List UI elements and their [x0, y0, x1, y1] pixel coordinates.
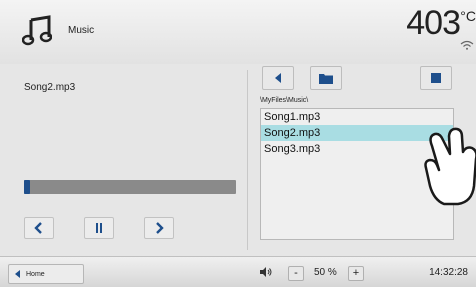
footer-bar: Home - 50 % + 14:32:28 [0, 256, 476, 287]
folder-icon [319, 73, 333, 84]
volume-down-button[interactable]: - [288, 266, 304, 281]
temperature-unit: °C [460, 8, 476, 24]
pause-button[interactable] [84, 217, 114, 239]
hand-pointer-icon [424, 127, 476, 206]
panel-divider [247, 70, 248, 250]
options-icon [431, 73, 441, 83]
chevron-left-icon [34, 222, 42, 234]
volume-level: 50 % [314, 267, 337, 278]
clock: 14:32:28 [429, 267, 468, 278]
pause-icon [96, 223, 102, 233]
back-icon [275, 73, 281, 83]
chevron-right-icon [156, 222, 164, 234]
previous-button[interactable] [24, 217, 54, 239]
folder-path: \MyFiles\Music\ [260, 97, 309, 104]
options-button[interactable] [420, 66, 452, 90]
progress-fill [24, 180, 31, 194]
now-playing-title: Song2.mp3 [24, 82, 76, 93]
wifi-icon [460, 40, 474, 50]
back-button[interactable] [262, 66, 294, 90]
main-panel: Song2.mp3 \MyFiles\Music\ Song1.mp3 Song… [0, 64, 476, 256]
home-arrow-icon [15, 270, 20, 278]
home-label: Home [26, 270, 45, 278]
progress-bar[interactable] [24, 180, 236, 194]
speaker-icon [260, 267, 272, 277]
temperature-value: 403 [406, 4, 461, 42]
header-bar: Music 403 °C [0, 0, 476, 65]
volume-up-button[interactable]: + [348, 266, 364, 281]
home-button[interactable]: Home [8, 264, 84, 284]
folder-button[interactable] [310, 66, 342, 90]
music-note-icon [22, 15, 52, 46]
next-button[interactable] [144, 217, 174, 239]
file-item[interactable]: Song1.mp3 [261, 109, 453, 125]
app-title: Music [68, 25, 95, 36]
